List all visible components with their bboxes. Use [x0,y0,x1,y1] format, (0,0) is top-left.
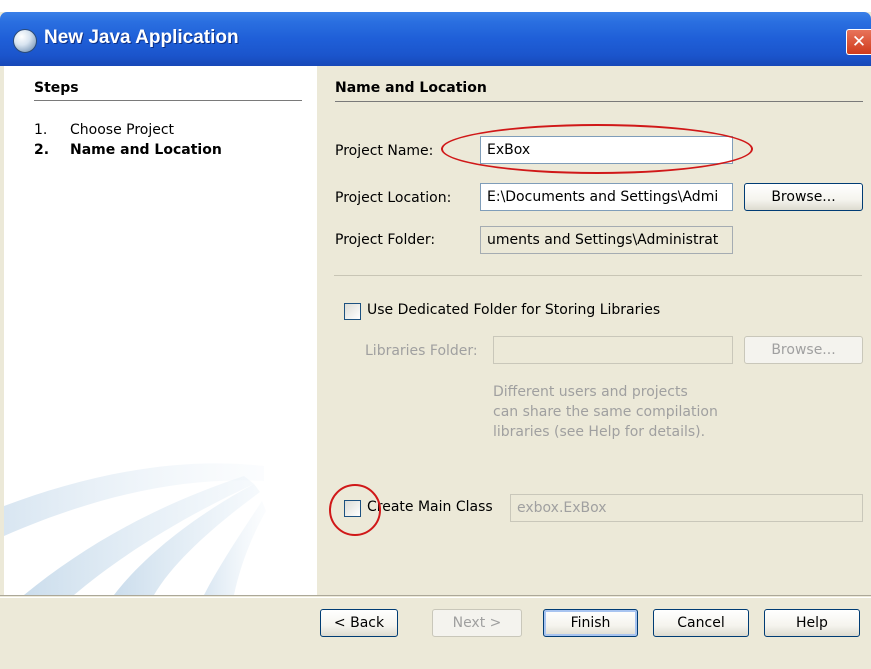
java-app-icon [13,29,37,53]
step-item-choose-project: 1. Choose Project [34,122,174,138]
next-button: Next > [432,609,522,637]
button-bar: < Back Next > Finish Cancel Help [0,595,871,669]
dedicated-folder-checkbox[interactable] [344,303,361,320]
steps-panel: Steps 1. Choose Project 2. Name and Locati… [4,66,317,595]
step-label: Choose Project [70,122,175,138]
close-button[interactable]: ✕ [846,29,871,55]
window-title: New Java Application [44,27,239,48]
libraries-browse-button: Browse... [744,336,863,364]
project-folder-label: Project Folder: [335,232,436,248]
libraries-help-note: Different users and projects can share t… [493,382,718,442]
libraries-folder-input [493,336,733,364]
steps-divider [34,100,302,101]
step-item-name-and-location: 2. Name and Location [34,142,222,158]
note-line: Different users and projects [493,384,688,400]
cancel-button[interactable]: Cancel [653,609,749,637]
project-location-browse-button[interactable]: Browse... [744,183,863,211]
section-separator [334,275,862,276]
project-name-label: Project Name: [335,143,434,159]
project-location-label: Project Location: [335,190,452,206]
step-label: Name and Location [70,142,222,158]
section-heading: Name and Location [335,80,487,96]
button-bar-highlight [0,597,871,598]
name-location-panel: Name and Location Project Name: ExBox Pr… [317,66,867,595]
libraries-folder-label: Libraries Folder: [365,343,478,359]
section-divider [335,101,863,102]
step-number: 2. [34,142,50,158]
back-button[interactable]: < Back [320,609,398,637]
annotation-ellipse-project-name [441,124,753,174]
finish-button[interactable]: Finish [543,609,638,637]
project-folder-field: uments and Settings\Administrat [480,226,733,254]
decorative-swoosh-graphic [4,463,266,595]
steps-heading: Steps [34,80,79,96]
dialog-window: New Java Application ✕ Steps 1. Choose Pr… [0,12,871,669]
note-line: can share the same compilation [493,404,718,420]
main-class-input: exbox.ExBox [510,494,863,522]
create-main-class-label[interactable]: Create Main Class [367,499,493,515]
dedicated-folder-label[interactable]: Use Dedicated Folder for Storing Librari… [367,302,660,318]
step-number: 1. [34,122,48,138]
help-button[interactable]: Help [764,609,860,637]
project-location-input[interactable]: E:\Documents and Settings\Admi [480,183,733,211]
note-line: libraries (see Help for details). [493,424,706,440]
annotation-circle-main-class [329,484,381,536]
title-bar[interactable]: New Java Application ✕ [0,12,871,66]
